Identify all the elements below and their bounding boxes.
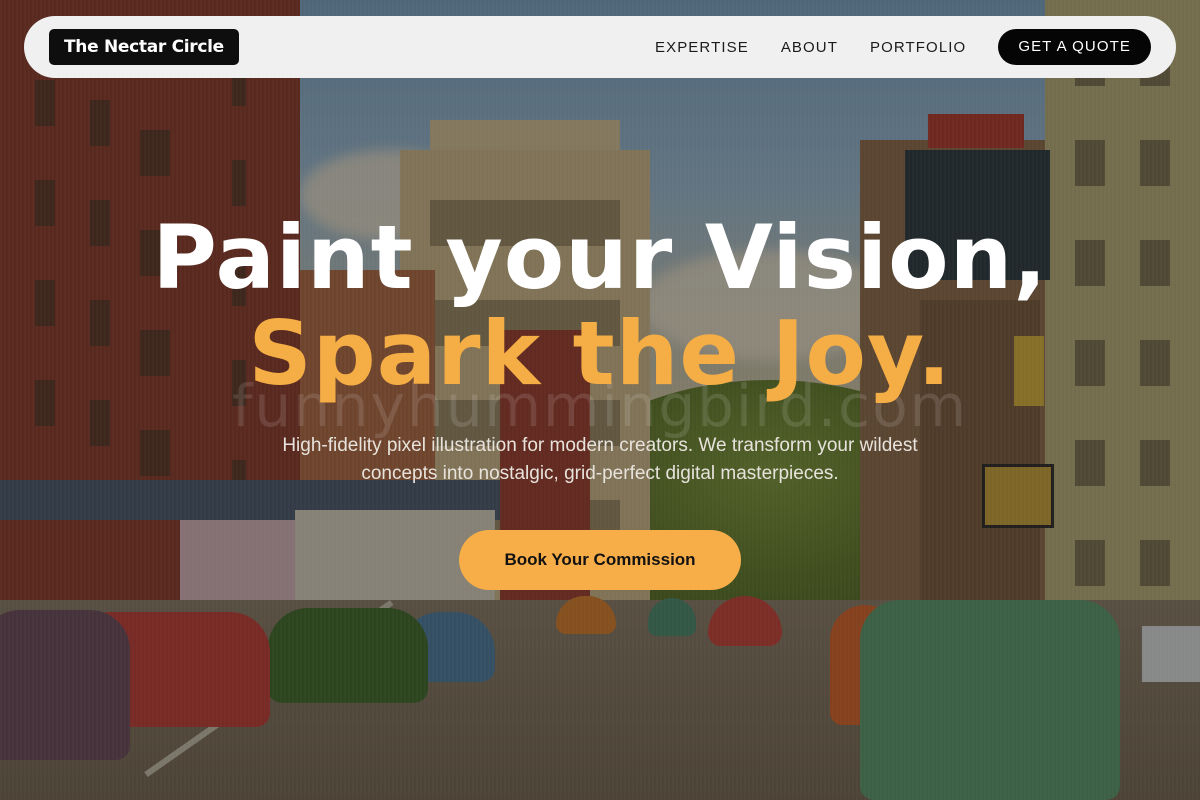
brand-logo[interactable]: The Nectar Circle [49,29,239,65]
nav-links: EXPERTISE ABOUT PORTFOLIO GET A QUOTE [655,29,1151,65]
nav-link-portfolio[interactable]: PORTFOLIO [870,39,966,56]
hero-section: Paint your Vision, Spark the Joy. High-f… [0,210,1200,590]
book-commission-button[interactable]: Book Your Commission [459,530,741,590]
headline-line-2: Spark the Joy. [248,302,952,405]
headline-line-1: Paint your Vision, [152,206,1048,309]
hero-subtitle: High-fidelity pixel illustration for mod… [282,435,918,484]
get-a-quote-button[interactable]: GET A QUOTE [998,29,1151,65]
hero-headline: Paint your Vision, Spark the Joy. [0,210,1200,402]
nav-link-expertise[interactable]: EXPERTISE [655,39,749,56]
top-navigation: The Nectar Circle EXPERTISE ABOUT PORTFO… [24,16,1176,78]
nav-link-about[interactable]: ABOUT [781,39,838,56]
